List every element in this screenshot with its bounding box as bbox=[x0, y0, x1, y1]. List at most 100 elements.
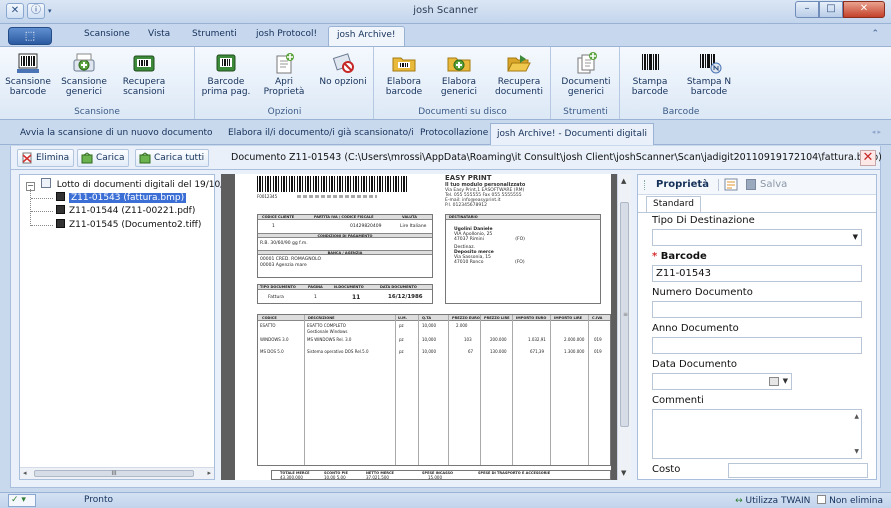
scan-generic-button[interactable]: Scansione generici bbox=[58, 51, 110, 97]
generic-documents-button[interactable]: Documenti generici bbox=[558, 51, 614, 97]
ribbon-collapse-icon[interactable]: ⌃ bbox=[871, 29, 879, 39]
ribbon-group-label: Barcode bbox=[662, 107, 700, 117]
barcode-first-page-button[interactable]: Barcode prima pag. bbox=[200, 51, 252, 97]
close-document-button[interactable]: ✕ bbox=[860, 150, 876, 166]
ribbon-group-strumenti: Documenti generici Strumenti bbox=[552, 47, 620, 119]
required-icon: * bbox=[652, 251, 658, 262]
image-file-icon bbox=[56, 192, 65, 201]
tree-connector bbox=[31, 211, 53, 212]
status-menu-button[interactable]: ✓ ▾ bbox=[8, 494, 36, 507]
save-button[interactable]: Salva bbox=[760, 179, 787, 190]
status-text: Pronto bbox=[84, 495, 114, 505]
tiff-file-icon bbox=[56, 219, 65, 228]
minimize-button[interactable]: – bbox=[795, 1, 819, 18]
scroll-down-icon[interactable]: ▼ bbox=[854, 448, 859, 455]
scrollbar-thumb[interactable]: III bbox=[34, 470, 194, 477]
grip-icon bbox=[644, 180, 646, 190]
ribbon-group-label: Strumenti bbox=[563, 107, 608, 117]
scroll-down-icon[interactable]: ▼ bbox=[621, 469, 626, 477]
calendar-icon[interactable] bbox=[769, 377, 779, 386]
save-icon[interactable] bbox=[746, 179, 756, 190]
load-button[interactable]: Carica bbox=[77, 149, 130, 167]
tab-new-scan[interactable]: Avvia la scansione di un nuovo documento bbox=[20, 128, 213, 138]
recover-documents-button[interactable]: Recupera documenti bbox=[491, 51, 547, 97]
scroll-right-icon[interactable]: ▸ bbox=[207, 469, 211, 477]
scroll-up-icon[interactable]: ▲ bbox=[854, 413, 859, 420]
documents-icon bbox=[573, 51, 599, 75]
field-label: Tipo Di Destinazione bbox=[652, 215, 755, 226]
print-n-barcode-button[interactable]: Stampa N barcode bbox=[683, 51, 735, 97]
tree-item[interactable]: Z11-01543 (fattura.bmp) bbox=[56, 192, 187, 203]
document-date-picker[interactable]: ▼ bbox=[652, 373, 792, 390]
chevron-down-icon[interactable]: ▼ bbox=[783, 377, 788, 385]
status-bar: ✓ ▾ Pronto ↔ Utilizza TWAIN Non elimina bbox=[0, 492, 891, 508]
tab-archive-digital-docs[interactable]: josh Archive! - Documenti digitali bbox=[490, 123, 654, 145]
recipient-box: DESTINATARIO Ugolini Daniele VIA Apollon… bbox=[445, 214, 601, 304]
customer-box: CODICE CLIENTE PARTITA IVA / CODICE FISC… bbox=[257, 214, 433, 278]
document-path: Documento Z11-01543 (C:\Users\mrossi\App… bbox=[231, 152, 882, 163]
process-barcode-button[interactable]: Elabora barcode bbox=[379, 51, 429, 97]
print-barcode-button[interactable]: Stampa barcode bbox=[625, 51, 675, 97]
properties-icon bbox=[271, 51, 297, 75]
tab-strumenti[interactable]: Strumenti bbox=[192, 29, 237, 39]
batch-icon bbox=[40, 178, 51, 188]
process-generic-button[interactable]: Elabora generici bbox=[433, 51, 485, 97]
tab-josh-protocol[interactable]: josh Protocol! bbox=[256, 29, 317, 39]
scroll-left-icon[interactable]: ◂ bbox=[23, 469, 27, 477]
print-barcode-icon bbox=[637, 51, 663, 75]
viewer-vertical-scrollbar[interactable]: ▲ ≡ ▼ bbox=[617, 174, 631, 480]
cost-field[interactable] bbox=[728, 463, 868, 478]
field-label: * Barcode bbox=[652, 251, 707, 262]
no-options-button[interactable]: No opzioni bbox=[316, 51, 370, 87]
customer-box-header: CODICE CLIENTE PARTITA IVA / CODICE FISC… bbox=[258, 215, 432, 220]
document-info-box: TIPO DOCUMENTO PAGINA N.DOCUMENTO DATA D… bbox=[257, 284, 433, 304]
document-viewer[interactable]: F0012345 EASY PRINT Il tuo modulo person… bbox=[221, 174, 631, 480]
tree-item[interactable]: Z11-01545 (Documento2.tiff) bbox=[56, 219, 201, 230]
maximize-button[interactable]: □ bbox=[819, 1, 843, 18]
properties-header: Proprietà Salva bbox=[638, 175, 876, 195]
ribbon-group-label: Scansione bbox=[74, 107, 120, 117]
chevron-down-icon[interactable]: ▼ bbox=[853, 233, 858, 241]
application-button[interactable]: ⬚ bbox=[8, 27, 52, 45]
tab-scroll-arrows-icon[interactable]: ◂ ▸ bbox=[872, 128, 881, 136]
barcode-field[interactable]: Z11-01543 bbox=[652, 265, 862, 282]
tab-josh-archive[interactable]: josh Archive! bbox=[328, 26, 405, 46]
scroll-up-icon[interactable]: ▲ bbox=[621, 177, 626, 185]
barcode-scan-icon bbox=[15, 51, 41, 75]
tab-protocollazione[interactable]: Protocollazione bbox=[420, 128, 488, 138]
document-year-field[interactable] bbox=[652, 337, 862, 354]
tab-vista[interactable]: Vista bbox=[148, 29, 170, 39]
comments-textarea[interactable]: ▲ ▼ bbox=[652, 409, 862, 459]
open-properties-button[interactable]: Apri Proprietà bbox=[258, 51, 310, 97]
barcode-first-page-icon bbox=[213, 51, 239, 75]
tab-process-scanned[interactable]: Elabora il/i documento/i già scansionato… bbox=[228, 128, 414, 138]
document-tree[interactable]: − Lotto di documenti digitali del 19/10/… bbox=[19, 174, 229, 480]
no-delete-toggle[interactable]: Non elimina bbox=[829, 496, 883, 506]
folder-barcode-icon bbox=[391, 51, 417, 75]
invoice-totals: TOTALE MERCE SCONTO PIE NETTO MERCE SPES… bbox=[271, 470, 611, 480]
tab-standard[interactable]: Standard bbox=[646, 196, 701, 212]
recover-scans-button[interactable]: Recupera scansioni bbox=[116, 51, 172, 97]
tab-scansione[interactable]: Scansione bbox=[84, 29, 130, 39]
tree-root[interactable]: − Lotto di documenti digitali del 19/10/… bbox=[26, 178, 229, 191]
pdf-file-icon bbox=[56, 205, 65, 214]
ribbon-group-label: Opzioni bbox=[267, 107, 302, 117]
document-toolbar: Elimina Carica Carica tutti Documento Z1… bbox=[10, 146, 882, 170]
document-number-field[interactable] bbox=[652, 301, 862, 318]
print-n-barcode-icon bbox=[696, 51, 722, 75]
tree-horizontal-scrollbar[interactable]: ◂ III ▸ bbox=[20, 467, 214, 479]
scan-barcode-button[interactable]: Scansione barcode bbox=[4, 51, 52, 97]
close-window-button[interactable]: ✕ bbox=[843, 1, 885, 18]
delete-button[interactable]: Elimina bbox=[17, 149, 75, 167]
destination-type-select[interactable]: ▼ bbox=[652, 229, 862, 246]
scrollbar-thumb[interactable]: ≡ bbox=[620, 202, 629, 427]
tree-item[interactable]: Z11-01544 (Z11-00221.pdf) bbox=[56, 205, 195, 216]
window-controls: – □ ✕ bbox=[795, 1, 885, 18]
use-twain-toggle[interactable]: Utilizza TWAIN bbox=[746, 496, 811, 506]
scan-add-icon bbox=[71, 51, 97, 75]
field-label: Costo bbox=[652, 464, 681, 475]
sort-properties-icon[interactable] bbox=[724, 178, 738, 191]
invoice-page: F0012345 EASY PRINT Il tuo modulo person… bbox=[235, 174, 611, 480]
load-all-button[interactable]: Carica tutti bbox=[135, 149, 210, 167]
properties-panel: Proprietà Salva Standard Tipo Di Destina… bbox=[637, 174, 877, 480]
